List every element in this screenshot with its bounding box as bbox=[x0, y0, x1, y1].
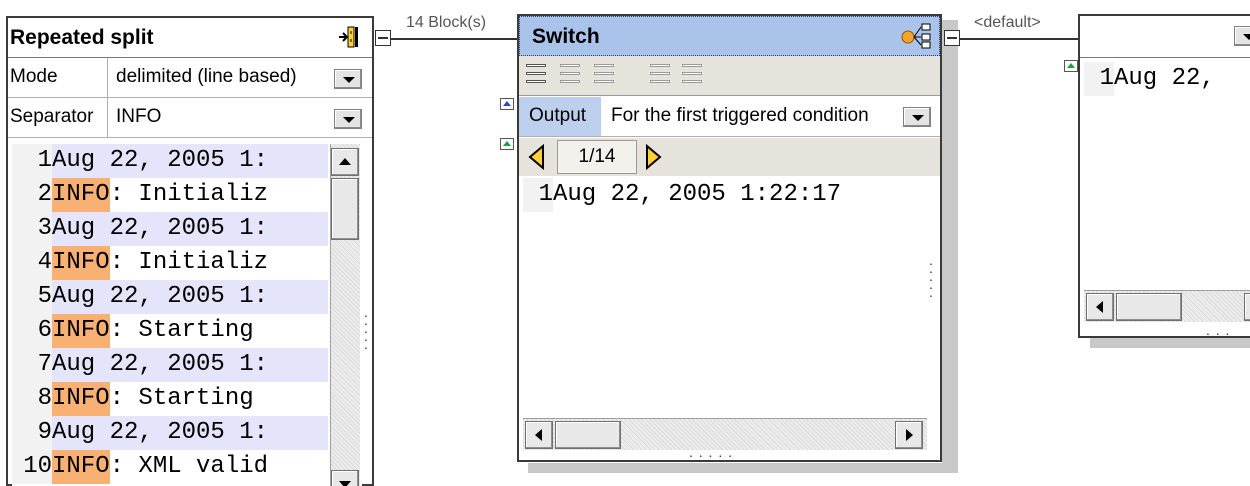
switch-text-area[interactable]: 1Aug 22, 2005 1:22:17 bbox=[523, 178, 927, 456]
connection-line bbox=[960, 38, 1078, 40]
scroll-up-button[interactable] bbox=[331, 148, 359, 176]
connection-label: <default> bbox=[974, 14, 1041, 31]
text-line: 1Aug 22, 2005 1:22:17 bbox=[523, 178, 841, 212]
separator-row: Separator INFO bbox=[8, 98, 372, 138]
switch-icon bbox=[899, 23, 933, 49]
blue-marker-icon bbox=[500, 98, 514, 110]
horizontal-scroll-thumb[interactable] bbox=[1116, 293, 1182, 321]
output-connector[interactable] bbox=[944, 30, 960, 46]
move-down-icon[interactable] bbox=[679, 62, 705, 90]
mode-label: Mode bbox=[8, 58, 108, 97]
switch-shadow bbox=[528, 463, 958, 473]
next-page-icon[interactable] bbox=[643, 143, 663, 171]
text-line: 9Aug 22, 2005 1: bbox=[12, 416, 328, 450]
connection-label: 14 Block(s) bbox=[406, 14, 487, 31]
scroll-left-button[interactable] bbox=[1086, 293, 1114, 321]
page-indicator: 1/14 bbox=[557, 140, 637, 174]
switch-title-bar[interactable]: Switch bbox=[519, 16, 940, 56]
delete-condition-icon[interactable] bbox=[591, 62, 617, 90]
output-select-value[interactable]: For the first triggered condition bbox=[611, 105, 869, 127]
green-marker-icon bbox=[500, 138, 514, 150]
split-text-area[interactable]: 1Aug 22, 2005 1: 2INFO: Initializ 3Aug 2… bbox=[12, 144, 362, 486]
text-line: 8INFO: Starting bbox=[12, 382, 268, 416]
scroll-down-button[interactable] bbox=[331, 470, 359, 486]
horizontal-scrollbar[interactable] bbox=[1084, 290, 1250, 322]
scroll-left-button[interactable] bbox=[525, 421, 553, 449]
output-row: Output For the first triggered condition bbox=[519, 97, 940, 137]
resize-grip[interactable]: ..... bbox=[929, 253, 937, 299]
mode-row: Mode delimited (line based) bbox=[8, 58, 372, 98]
resize-grip-bottom[interactable]: . . . bbox=[1206, 323, 1230, 337]
vertical-scrollbar[interactable] bbox=[330, 144, 360, 486]
resize-grip[interactable]: ..... bbox=[364, 305, 372, 351]
move-up-icon[interactable] bbox=[647, 62, 673, 90]
switch-toolbar bbox=[519, 56, 940, 96]
repeated-split-panel: Repeated split Mode delimited (line base… bbox=[6, 16, 374, 486]
text-line: 10INFO: XML valid bbox=[12, 450, 268, 484]
separator-label: Separator bbox=[8, 98, 108, 137]
right-panel-dropdown-button[interactable] bbox=[1234, 26, 1250, 46]
output-connector[interactable] bbox=[375, 30, 391, 46]
split-icon bbox=[338, 25, 364, 49]
previous-page-icon[interactable] bbox=[527, 143, 547, 171]
horizontal-scroll-thumb[interactable] bbox=[555, 421, 621, 449]
repeated-split-title-bar[interactable]: Repeated split bbox=[8, 18, 372, 58]
insert-condition-icon[interactable] bbox=[557, 62, 583, 90]
separator-select-value[interactable]: INFO bbox=[116, 106, 161, 128]
switch-panel: Switch Output For the first triggered co… bbox=[517, 14, 942, 462]
mode-select-value[interactable]: delimited (line based) bbox=[116, 66, 297, 88]
vertical-scroll-thumb[interactable] bbox=[331, 178, 359, 240]
text-line: 4INFO: Initializ bbox=[12, 246, 268, 280]
text-line: 1Aug 22, bbox=[1084, 62, 1215, 96]
connection-line bbox=[391, 38, 519, 40]
panel-title: Switch bbox=[532, 25, 600, 48]
text-line: 6INFO: Starting bbox=[12, 314, 268, 348]
right-panel: 1Aug 22, . . . bbox=[1078, 14, 1250, 338]
text-line: 3Aug 22, 2005 1: bbox=[12, 212, 328, 246]
scroll-right-button[interactable] bbox=[1244, 293, 1250, 321]
text-line: 7Aug 22, 2005 1: bbox=[12, 348, 328, 382]
resize-grip-bottom[interactable]: . . . . . bbox=[689, 445, 733, 459]
panel-title: Repeated split bbox=[10, 26, 154, 49]
green-marker-icon bbox=[1064, 60, 1078, 72]
mode-dropdown-button[interactable] bbox=[334, 69, 362, 89]
add-condition-icon[interactable] bbox=[523, 62, 549, 90]
right-panel-title-bar[interactable] bbox=[1080, 16, 1250, 58]
separator-dropdown-button[interactable] bbox=[334, 109, 362, 129]
text-line: 5Aug 22, 2005 1: bbox=[12, 280, 328, 314]
scroll-right-button[interactable] bbox=[895, 421, 923, 449]
output-label: Output bbox=[519, 97, 601, 136]
page-nav: 1/14 bbox=[519, 138, 940, 176]
text-line: 1Aug 22, 2005 1: bbox=[12, 144, 328, 178]
text-line: 2INFO: Initializ bbox=[12, 178, 268, 212]
output-dropdown-button[interactable] bbox=[903, 107, 931, 127]
right-text-area[interactable]: 1Aug 22, bbox=[1084, 62, 1250, 334]
